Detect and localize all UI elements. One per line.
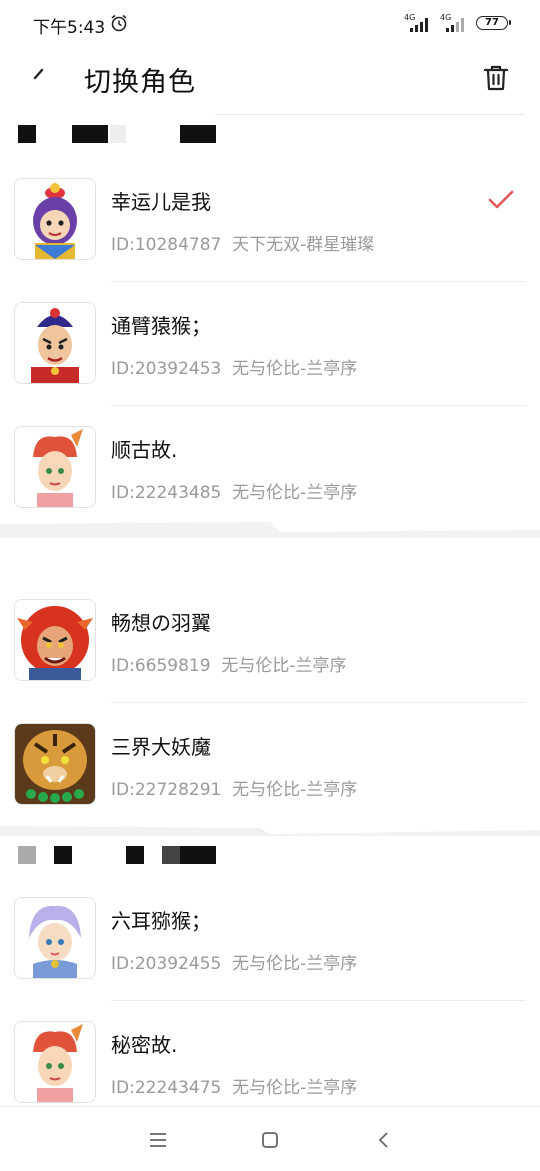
back-nav-icon[interactable] xyxy=(369,1125,399,1155)
back-icon[interactable] xyxy=(22,62,58,98)
menu-icon[interactable] xyxy=(143,1125,173,1155)
redacted-block xyxy=(180,125,216,143)
role-row[interactable]: 畅想の羽翼 ID:6659819 无与伦比-兰亭序 xyxy=(0,579,540,703)
purple-hero-icon xyxy=(14,178,96,260)
redacted-block xyxy=(72,125,108,143)
role-row[interactable]: 三界大妖魔 ID:22728291 无与伦比-兰亭序 xyxy=(0,703,540,827)
status-bar: 下午5:43 4G 4G 77 xyxy=(0,0,540,46)
role-name: 顺古故. xyxy=(111,438,178,462)
section-separator xyxy=(0,522,540,538)
redacted-block xyxy=(110,125,126,143)
role-name: 六耳猕猴； xyxy=(111,909,211,933)
fairy-girl-icon xyxy=(14,897,96,979)
redacted-block xyxy=(18,125,36,143)
role-info: ID:22728291 无与伦比-兰亭序 xyxy=(111,780,358,800)
role-row[interactable]: 顺古故. ID:22243485 无与伦比-兰亭序 xyxy=(0,406,540,530)
role-row[interactable]: 六耳猕猴； ID:20392455 无与伦比-兰亭序 xyxy=(0,877,540,1001)
redacted-block xyxy=(180,846,216,864)
redacted-block xyxy=(162,846,180,864)
redacted-block xyxy=(54,846,72,864)
role-name: 秘密故. xyxy=(111,1033,178,1057)
signal-2-icon: 4G xyxy=(440,13,464,32)
selected-check-icon xyxy=(488,190,514,209)
role-info: ID:6659819 无与伦比-兰亭序 xyxy=(111,656,347,676)
fox-girl-icon xyxy=(14,1021,96,1103)
app-bar: 切换角色 xyxy=(0,46,540,114)
role-row[interactable]: 通臂猿猴； ID:20392453 无与伦比-兰亭序 xyxy=(0,282,540,406)
group-header-2 xyxy=(0,846,540,878)
header-divider xyxy=(215,114,525,115)
fox-girl-icon xyxy=(14,426,96,508)
redacted-block xyxy=(126,846,144,864)
red-lion-icon xyxy=(14,599,96,681)
role-row[interactable]: 幸运儿是我 ID:10284787 天下无双-群星璀璨 xyxy=(0,158,540,282)
role-name: 畅想の羽翼 xyxy=(111,611,211,635)
redacted-block xyxy=(18,846,36,864)
role-info: ID:20392453 无与伦比-兰亭序 xyxy=(111,359,358,379)
role-name: 幸运儿是我 xyxy=(111,190,211,214)
role-name: 三界大妖魔 xyxy=(111,735,211,759)
role-info: ID:20392455 无与伦比-兰亭序 xyxy=(111,954,358,974)
home-icon[interactable] xyxy=(255,1125,285,1155)
signal-1-icon: 4G xyxy=(404,13,428,32)
role-name: 通臂猿猴； xyxy=(111,314,211,338)
alarm-icon xyxy=(111,14,127,32)
role-info: ID:22243485 无与伦比-兰亭序 xyxy=(111,483,358,503)
section-separator xyxy=(0,826,540,836)
warrior-boy-icon xyxy=(14,302,96,384)
role-info: ID:22243475 无与伦比-兰亭序 xyxy=(111,1078,358,1098)
trash-icon[interactable] xyxy=(480,62,512,94)
page-title: 切换角色 xyxy=(84,67,196,98)
status-time: 下午5:43 xyxy=(33,18,106,38)
tiger-demon-icon xyxy=(14,723,96,805)
system-nav-bar xyxy=(0,1106,540,1171)
battery-indicator: 77 xyxy=(476,16,511,30)
role-info: ID:10284787 天下无双-群星璀璨 xyxy=(111,235,375,255)
group-header-1 xyxy=(0,125,540,157)
